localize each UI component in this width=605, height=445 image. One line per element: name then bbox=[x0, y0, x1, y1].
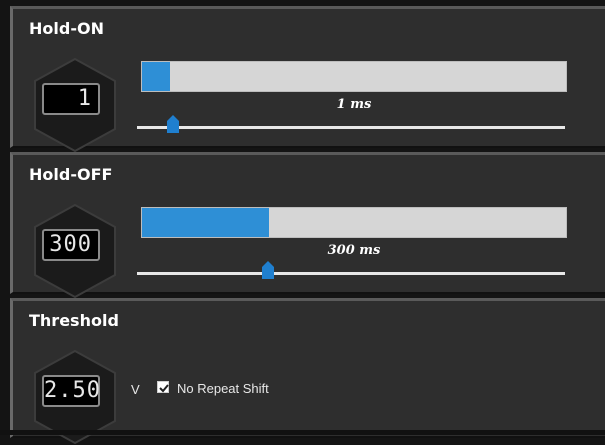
hold-off-title: Hold-OFF bbox=[29, 165, 113, 184]
hold-on-level-fill bbox=[142, 62, 170, 91]
hold-off-slider[interactable] bbox=[137, 272, 565, 275]
hold-off-level-fill bbox=[142, 208, 270, 237]
threshold-panel: Threshold 2.50 V No Repeat Shift bbox=[10, 298, 605, 445]
hold-off-value-label: 300 ms bbox=[327, 243, 381, 258]
hold-on-level-bar bbox=[141, 61, 567, 92]
bottom-border bbox=[0, 430, 605, 435]
threshold-display[interactable]: 2.50 bbox=[42, 375, 100, 407]
no-repeat-shift-checkbox[interactable] bbox=[157, 381, 169, 393]
hold-on-title: Hold-ON bbox=[29, 19, 104, 38]
hold-on-display[interactable]: 1 bbox=[42, 83, 100, 115]
hold-off-panel: Hold-OFF 300 300 ms bbox=[10, 152, 605, 299]
hold-on-value-label: 1 ms bbox=[336, 97, 372, 112]
hold-on-slider[interactable] bbox=[137, 126, 565, 129]
hold-on-panel: Hold-ON 1 1 ms bbox=[10, 6, 605, 153]
hold-on-slider-thumb[interactable] bbox=[167, 115, 180, 133]
hold-off-display[interactable]: 300 bbox=[42, 229, 100, 261]
no-repeat-shift-label[interactable]: No Repeat Shift bbox=[177, 381, 269, 396]
hold-off-level-bar bbox=[141, 207, 567, 238]
checkmark-icon bbox=[159, 384, 169, 393]
threshold-title: Threshold bbox=[29, 311, 119, 330]
hold-off-slider-thumb[interactable] bbox=[261, 261, 274, 279]
threshold-unit: V bbox=[131, 382, 140, 397]
